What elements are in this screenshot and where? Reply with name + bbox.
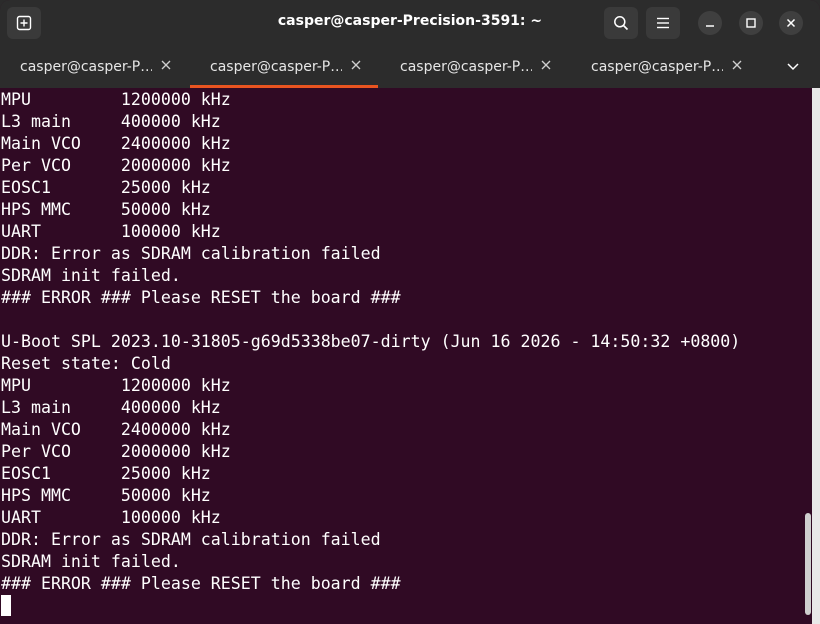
search-button[interactable] <box>604 7 638 39</box>
close-icon[interactable] <box>540 59 552 71</box>
terminal-line: MPU 1200000 kHz <box>1 376 231 395</box>
terminal-line: UART 100000 kHz <box>1 508 221 527</box>
tab-bar: casper@casper-P… casper@casper-P… casper… <box>0 46 820 88</box>
close-button[interactable] <box>779 11 803 35</box>
terminal-view[interactable]: MPU 1200000 kHz L3 main 400000 kHz Main VC… <box>0 88 820 624</box>
hamburger-menu-icon <box>657 17 669 29</box>
window-title: casper@casper-Precision-3591: ~ <box>277 13 543 29</box>
terminal-line: L3 main 400000 kHz <box>1 112 221 131</box>
terminal-line: HPS MMC 50000 kHz <box>1 200 211 219</box>
menu-button[interactable] <box>646 7 680 39</box>
terminal-line: UART 100000 kHz <box>1 222 221 241</box>
terminal-line: SDRAM init failed. <box>1 266 181 285</box>
tab-overflow-button[interactable] <box>779 58 807 76</box>
terminal-line: L3 main 400000 kHz <box>1 398 221 417</box>
tab-label: casper@casper-P… <box>210 59 342 75</box>
terminal-line: U-Boot SPL 2023.10-31805-g69d5338be07-di… <box>1 332 741 351</box>
terminal-line: Per VCO 2000000 kHz <box>1 156 231 175</box>
terminal-line: Reset state: Cold <box>1 354 171 373</box>
scrollbar[interactable] <box>805 513 811 615</box>
new-tab-icon <box>16 15 32 31</box>
terminal-line: SDRAM init failed. <box>1 552 181 571</box>
close-icon <box>786 18 796 28</box>
maximize-button[interactable] <box>739 11 763 35</box>
chevron-down-icon <box>787 63 799 71</box>
terminal-line: Per VCO 2000000 kHz <box>1 442 231 461</box>
tab-label: casper@casper-P… <box>591 59 723 75</box>
new-tab-button[interactable] <box>7 7 41 39</box>
tab-3[interactable]: casper@casper-P… <box>380 46 566 88</box>
minimize-button[interactable] <box>698 11 722 35</box>
terminal-line: HPS MMC 50000 kHz <box>1 486 211 505</box>
terminal-line: Main VCO 2400000 kHz <box>1 420 231 439</box>
maximize-icon <box>746 18 756 28</box>
terminal-cursor <box>1 595 11 616</box>
terminal-output: MPU 1200000 kHz L3 main 400000 kHz Main VC… <box>1 89 740 595</box>
terminal-line: EOSC1 25000 kHz <box>1 178 211 197</box>
terminal-window: casper@casper-Precision-3591: ~ casper@c… <box>0 0 820 624</box>
terminal-line: MPU 1200000 kHz <box>1 90 231 109</box>
tab-label: casper@casper-P… <box>400 59 532 75</box>
minimize-icon <box>706 25 714 27</box>
terminal-line: ### ERROR ### Please RESET the board ### <box>1 288 401 307</box>
close-icon[interactable] <box>731 59 743 71</box>
close-icon[interactable] <box>350 59 362 71</box>
tab-label: casper@casper-P… <box>20 59 152 75</box>
tab-4[interactable]: casper@casper-P… <box>571 46 757 88</box>
terminal-line: EOSC1 25000 kHz <box>1 464 211 483</box>
terminal-line: DDR: Error as SDRAM calibration failed <box>1 244 381 263</box>
background-desktop <box>812 88 820 624</box>
tab-1[interactable]: casper@casper-P… <box>0 46 186 88</box>
header-bar: casper@casper-Precision-3591: ~ <box>0 0 820 46</box>
close-icon[interactable] <box>160 59 172 71</box>
terminal-line: Main VCO 2400000 kHz <box>1 134 231 153</box>
tab-2[interactable]: casper@casper-P… <box>190 46 378 88</box>
terminal-line: ### ERROR ### Please RESET the board ### <box>1 574 401 593</box>
search-icon <box>614 16 629 31</box>
terminal-line: DDR: Error as SDRAM calibration failed <box>1 530 381 549</box>
